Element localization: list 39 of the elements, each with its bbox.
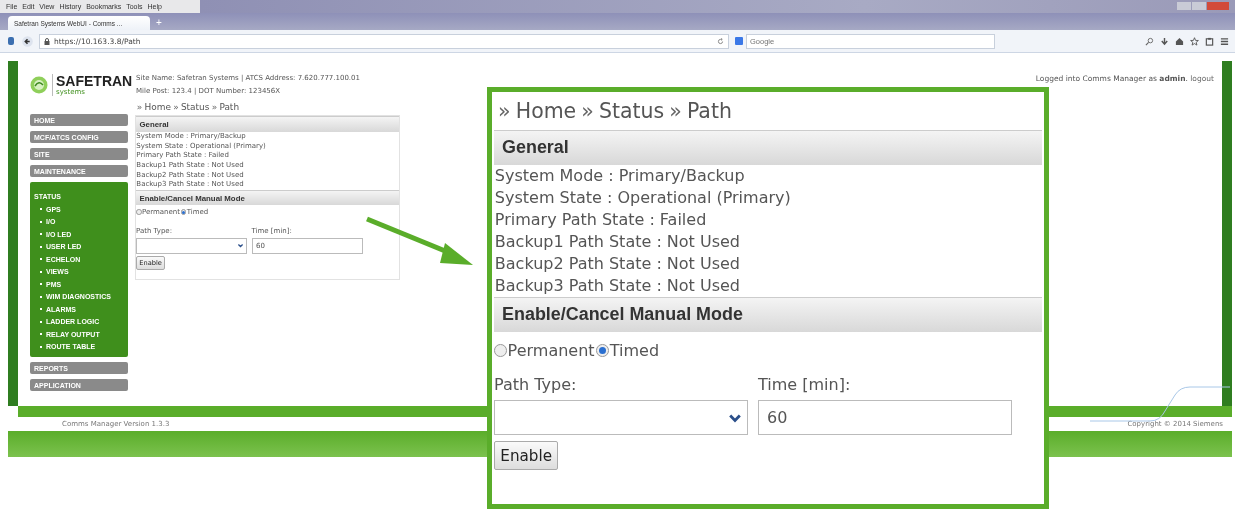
star-icon[interactable] [1190,36,1199,46]
breadcrumb-link[interactable]: Path [219,102,240,113]
clipboard-icon[interactable] [1205,36,1214,46]
status-line: Backup1 Path State : Not Used [494,231,742,253]
time-input[interactable]: 60 [758,400,1013,436]
field-label: Path Type: [494,374,578,394]
section-header: Enable/Cancel Manual Mode [494,297,1042,332]
breadcrumb-separator: » [498,99,511,124]
breadcrumb-link[interactable]: Home [515,99,577,124]
field-label: Time [min]: [758,374,852,394]
section-header: General [494,130,1042,165]
breadcrumb-link[interactable]: Status [180,102,210,113]
breadcrumb-link[interactable]: Status [598,99,665,124]
status-line: System Mode : Primary/Backup [494,164,746,187]
radio-option[interactable]: Permanent [494,341,595,361]
search-icon[interactable] [1145,36,1154,46]
menu-icon[interactable] [1220,36,1229,46]
breadcrumb-separator: » [173,102,179,113]
chevron-down-icon [237,242,245,250]
breadcrumb-link[interactable]: Home [144,102,171,113]
lock-icon [44,37,50,45]
shield-icon[interactable] [6,36,16,46]
radio-option[interactable]: Timed [596,341,660,361]
status-line: Backup3 Path State : Not Used [494,275,742,298]
breadcrumb-separator: » [211,102,218,113]
back-icon[interactable] [22,35,33,47]
breadcrumb-separator: » [136,102,143,113]
reload-icon[interactable] [717,37,724,45]
logo-icon [30,76,48,94]
logo-text: SAFETRAN [56,74,133,88]
enable-button[interactable]: Enable [494,441,559,471]
breadcrumb-separator: » [581,99,594,124]
download-icon[interactable] [1160,36,1169,46]
breadcrumb-link[interactable]: Path [686,99,732,124]
status-line: System State : Operational (Primary) [494,186,792,209]
breadcrumb-separator: » [669,99,682,124]
status-line: Primary Path State : Failed [494,208,708,231]
status-line: Backup2 Path State : Not Used [494,253,742,276]
home-icon[interactable] [1175,36,1184,46]
